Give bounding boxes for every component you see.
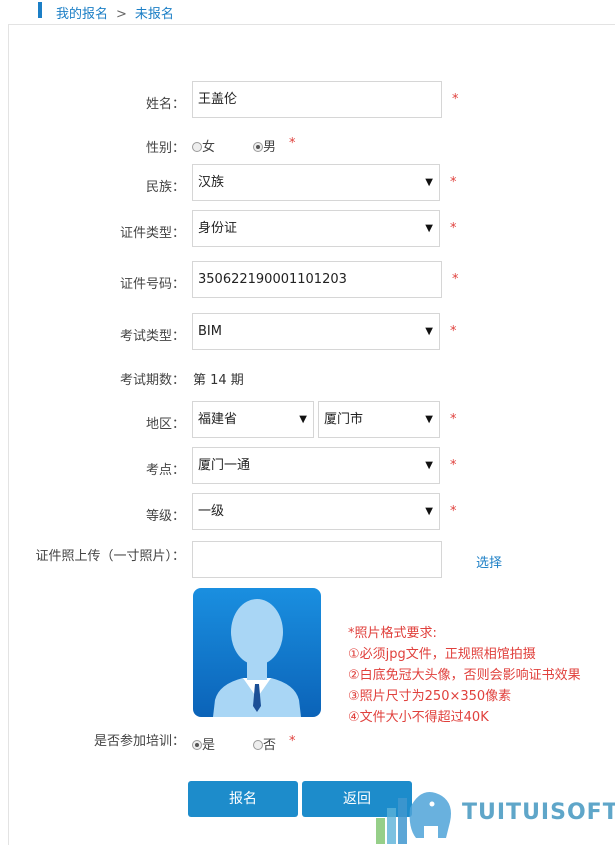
exam-type-label: 考试类型： [119, 329, 185, 344]
exam-type-select[interactable]: BIM ▼ [192, 313, 440, 350]
training-no-label: 否 [263, 738, 277, 753]
city-select[interactable]: 厦门市 ▼ [318, 401, 440, 438]
dropdown-arrow-icon: ▼ [425, 506, 433, 517]
breadcrumb-marker [38, 2, 42, 18]
training-label: 是否参加培训： [93, 734, 185, 749]
gender-label: 性别： [145, 141, 185, 156]
id-type-label: 证件类型： [119, 226, 185, 241]
province-select[interactable]: 福建省 ▼ [192, 401, 314, 438]
breadcrumb-parent-link[interactable]: 我的报名 [56, 7, 108, 22]
photo-upload-input[interactable] [192, 541, 442, 578]
city-value: 厦门市 [324, 412, 364, 427]
id-number-label: 证件号码： [119, 277, 185, 292]
watermark-text: TUITUISOFT [462, 800, 615, 825]
training-radio-yes[interactable]: 是 [192, 734, 215, 753]
gender-male-label: 男 [263, 140, 277, 155]
required-mark: * [450, 458, 457, 473]
required-mark: * [450, 221, 457, 236]
radio-unchecked-icon [192, 142, 202, 152]
radio-checked-icon [192, 740, 202, 750]
gender-radio-male[interactable]: 男 [253, 136, 276, 155]
required-mark: * [450, 412, 457, 427]
required-mark: * [450, 504, 457, 519]
name-label: 姓名： [145, 97, 185, 112]
photo-requirement-item: ③照片尺寸为250×350像素 [348, 689, 512, 704]
level-label: 等级： [145, 509, 185, 524]
radio-checked-icon [253, 142, 263, 152]
photo-requirement-item: ②白底免冠大头像，否则会影响证书效果 [348, 668, 581, 683]
exam-site-value: 厦门一通 [198, 458, 251, 473]
photo-requirements: *照片格式要求: ①必须jpg文件，正规照相馆拍摄 ②白底免冠大头像，否则会影响… [348, 623, 581, 728]
required-mark: * [289, 136, 296, 151]
province-value: 福建省 [198, 412, 238, 427]
exam-period-label: 考试期数： [119, 373, 185, 388]
dropdown-arrow-icon: ▼ [425, 460, 433, 471]
photo-upload-label: 证件照上传（一寸照片）： [35, 549, 185, 564]
select-file-link[interactable]: 选择 [476, 552, 502, 571]
id-type-value: 身份证 [198, 221, 238, 236]
required-mark: * [452, 272, 459, 287]
breadcrumb-current: 未报名 [134, 7, 174, 22]
exam-site-select[interactable]: 厦门一通 ▼ [192, 447, 440, 484]
level-value: 一级 [198, 504, 225, 519]
required-mark: * [450, 324, 457, 339]
name-input[interactable]: 王盖伦 [192, 81, 442, 118]
exam-type-value: BIM [198, 324, 222, 339]
photo-preview-avatar [193, 588, 321, 717]
gender-radio-female[interactable]: 女 [192, 136, 215, 155]
breadcrumb-separator: > [116, 7, 127, 22]
submit-button[interactable]: 报名 [188, 781, 298, 817]
exam-site-label: 考点： [145, 463, 185, 478]
breadcrumb: 我的报名 > 未报名 [56, 3, 174, 22]
photo-requirement-item: ①必须jpg文件，正规照相馆拍摄 [348, 647, 536, 662]
dropdown-arrow-icon: ▼ [425, 414, 433, 425]
dropdown-arrow-icon: ▼ [425, 177, 433, 188]
id-type-select[interactable]: 身份证 ▼ [192, 210, 440, 247]
gender-female-label: 女 [202, 140, 216, 155]
training-yes-label: 是 [202, 738, 216, 753]
required-mark: * [289, 734, 296, 749]
dropdown-arrow-icon: ▼ [425, 326, 433, 337]
ethnicity-label: 民族： [145, 180, 185, 195]
person-silhouette-icon [213, 599, 301, 717]
radio-unchecked-icon [253, 740, 263, 750]
training-radio-no[interactable]: 否 [253, 734, 276, 753]
dropdown-arrow-icon: ▼ [425, 223, 433, 234]
exam-period-value: 第 14 期 [193, 373, 244, 388]
photo-requirements-title: *照片格式要求: [348, 626, 437, 641]
dropdown-arrow-icon: ▼ [299, 414, 307, 425]
level-select[interactable]: 一级 ▼ [192, 493, 440, 530]
id-number-input[interactable]: 350622190001101203 [192, 261, 442, 298]
photo-requirement-item: ④文件大小不得超过40K [348, 710, 489, 725]
required-mark: * [452, 92, 459, 107]
required-mark: * [450, 175, 457, 190]
region-label: 地区： [145, 417, 185, 432]
ethnicity-select[interactable]: 汉族 ▼ [192, 164, 440, 201]
ethnicity-value: 汉族 [198, 175, 225, 190]
